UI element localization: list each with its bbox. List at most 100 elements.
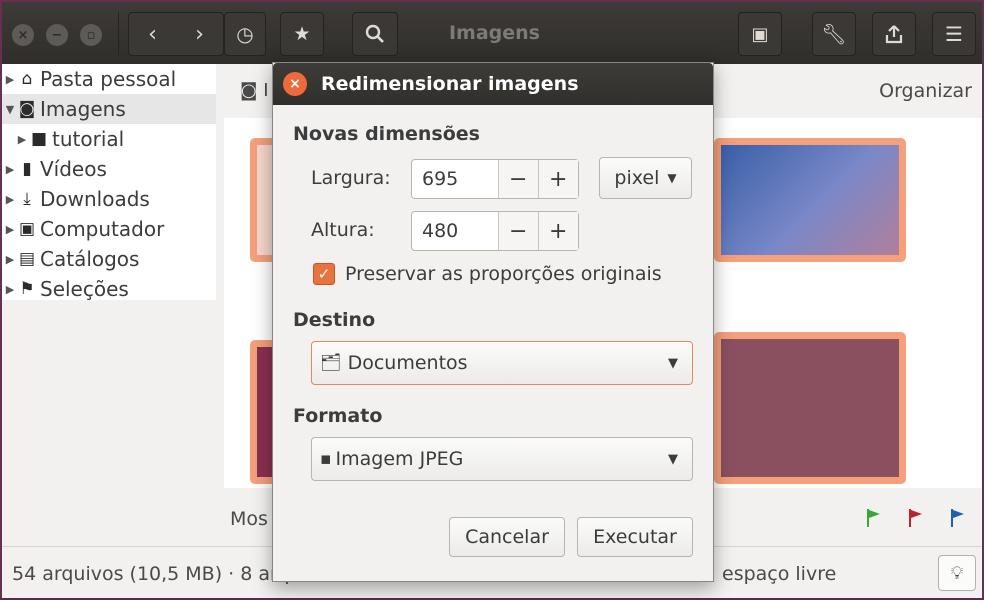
expand-triangle-icon[interactable]: ▶ [4,193,16,206]
expand-triangle-icon[interactable]: ▶ [4,163,16,176]
header-bar: × − ▫ ‹ › ◷ ★ Imagens ▣ 🔧︎ ☰ [2,2,982,64]
preserve-proportions-label[interactable]: Preservar as proporções originais [345,263,662,285]
flag-icon: ⚑ [19,279,35,299]
sidebar-item-label: Pasta pessoal [40,67,177,91]
dropdown-arrow-icon: ▼ [667,171,677,185]
home-icon: ⌂ [21,69,33,89]
red-flag-icon[interactable] [908,508,924,533]
sidebar-item-tutorial[interactable]: ▶ ■ tutorial [2,124,216,154]
sidebar-item-label: Seleções [40,277,129,301]
dialog-title-bar: × Redimensionar imagens [273,63,713,105]
header-separator [118,12,119,56]
height-decrement-button[interactable]: − [499,212,539,250]
sidebar-item-videos[interactable]: ▶ ▮ Vídeos [2,154,216,184]
sidebar: ▶ ⌂ Pasta pessoal ▼ ◙ Imagens ▶ ■ tutori… [2,64,216,301]
menu-button[interactable]: ☰ [932,12,976,56]
location-label: I [263,80,269,101]
bookmark-button[interactable]: ★ [280,12,324,56]
search-icon [365,24,384,43]
preserve-proportions-checkbox[interactable]: ✓ [313,263,335,285]
download-icon: ⤓ [23,189,31,209]
sidebar-item-label: Catálogos [40,247,140,271]
status-text: 54 arquivos (10,5 MB) · 8 arq [12,563,290,585]
search-button[interactable] [352,12,398,56]
height-input[interactable]: 480 [412,212,500,250]
green-flag-icon[interactable] [866,508,882,533]
dropdown-arrow-icon: ▼ [668,355,678,371]
documents-folder-icon: 🗂︎ [320,353,342,373]
forward-icon[interactable]: › [176,22,223,47]
sidebar-item-downloads[interactable]: ▶ ⤓ Downloads [2,184,216,214]
new-dimensions-heading: Novas dimensões [293,123,480,145]
sidebar-empty-area [2,300,216,546]
window-title: Imagens [448,22,540,44]
back-icon[interactable]: ‹ [129,22,176,47]
thumbnail[interactable] [714,138,906,262]
folder-icon: ■ [30,129,48,149]
show-label: Mos [230,508,268,530]
expand-triangle-icon[interactable]: ▶ [4,253,16,266]
expand-triangle-icon[interactable]: ▶ [16,133,28,146]
unit-dropdown[interactable]: pixel ▼ [599,157,692,199]
sidebar-item-computador[interactable]: ▶ ▣ Computador [2,214,216,244]
star-icon: ★ [293,23,311,45]
dropdown-arrow-icon: ▼ [668,451,678,467]
blue-flag-icon[interactable] [950,508,966,533]
preferences-button[interactable]: 🔧︎ [812,12,856,56]
sidebar-item-label: Vídeos [40,157,107,181]
share-icon [885,25,903,44]
collapse-triangle-icon[interactable]: ▼ [4,103,16,116]
execute-button[interactable]: Executar [577,517,693,557]
status-text-end: espaço livre [722,563,837,585]
lightbulb-icon: 💡︎ [950,562,964,584]
height-spinner: 480 − + [411,211,579,251]
width-spinner: 695 − + [411,159,579,199]
expand-triangle-icon[interactable]: ▶ [4,283,16,296]
width-decrement-button[interactable]: − [499,160,539,198]
format-heading: Formato [293,405,383,427]
window-close-icon[interactable]: × [12,24,34,46]
sidebar-item-label: Imagens [40,97,126,121]
window-minimize-icon[interactable]: − [46,24,68,46]
sidebar-item-label: Computador [40,217,165,241]
destination-dropdown[interactable]: 🗂︎ Documentos ▼ [311,341,693,385]
height-increment-button[interactable]: + [538,212,578,250]
height-label: Altura: [311,219,375,241]
computer-icon: ▣ [18,219,36,239]
cancel-button[interactable]: Cancelar [449,517,565,557]
slideshow-button[interactable]: ▣ [738,12,782,56]
window-maximize-icon[interactable]: ▫ [80,24,102,46]
expand-triangle-icon[interactable]: ▶ [4,73,16,86]
width-input[interactable]: 695 [412,160,500,198]
image-file-icon: ▪ [320,449,332,469]
hamburger-icon: ☰ [945,22,963,46]
location-camera-icon: ◙ I [240,80,269,101]
lightbulb-button[interactable]: 💡︎ [938,555,976,591]
sidebar-item-label: Downloads [40,187,150,211]
video-icon: ▮ [22,159,32,179]
presentation-icon: ▣ [751,23,769,45]
width-increment-button[interactable]: + [538,160,578,198]
nav-button-group: ‹ › [128,12,224,56]
clock-icon: ◷ [236,22,254,46]
resize-images-dialog: × Redimensionar imagens Novas dimensões … [272,62,714,582]
thumbnail-image [721,339,899,477]
dialog-title: Redimensionar imagens [321,73,579,95]
format-value: Imagem JPEG [335,448,464,470]
sidebar-item-label: tutorial [52,127,125,151]
sidebar-item-pasta-pessoal[interactable]: ▶ ⌂ Pasta pessoal [2,64,216,94]
unit-value: pixel [614,167,660,189]
destination-value: Documentos [347,352,468,374]
wrench-icon: 🔧︎ [821,22,847,46]
camera-icon: ◙ [18,99,36,119]
catalog-icon: ▤ [18,249,36,269]
dialog-close-icon[interactable]: × [283,72,307,96]
history-button[interactable]: ◷ [224,12,266,56]
share-button[interactable] [872,12,916,56]
sidebar-item-catalogos[interactable]: ▶ ▤ Catálogos [2,244,216,274]
format-dropdown[interactable]: ▪ Imagem JPEG ▼ [311,437,693,481]
sidebar-item-imagens[interactable]: ▼ ◙ Imagens [2,94,216,124]
thumbnail[interactable] [714,332,906,484]
organize-button[interactable]: Organizar [879,80,972,102]
expand-triangle-icon[interactable]: ▶ [4,223,16,236]
